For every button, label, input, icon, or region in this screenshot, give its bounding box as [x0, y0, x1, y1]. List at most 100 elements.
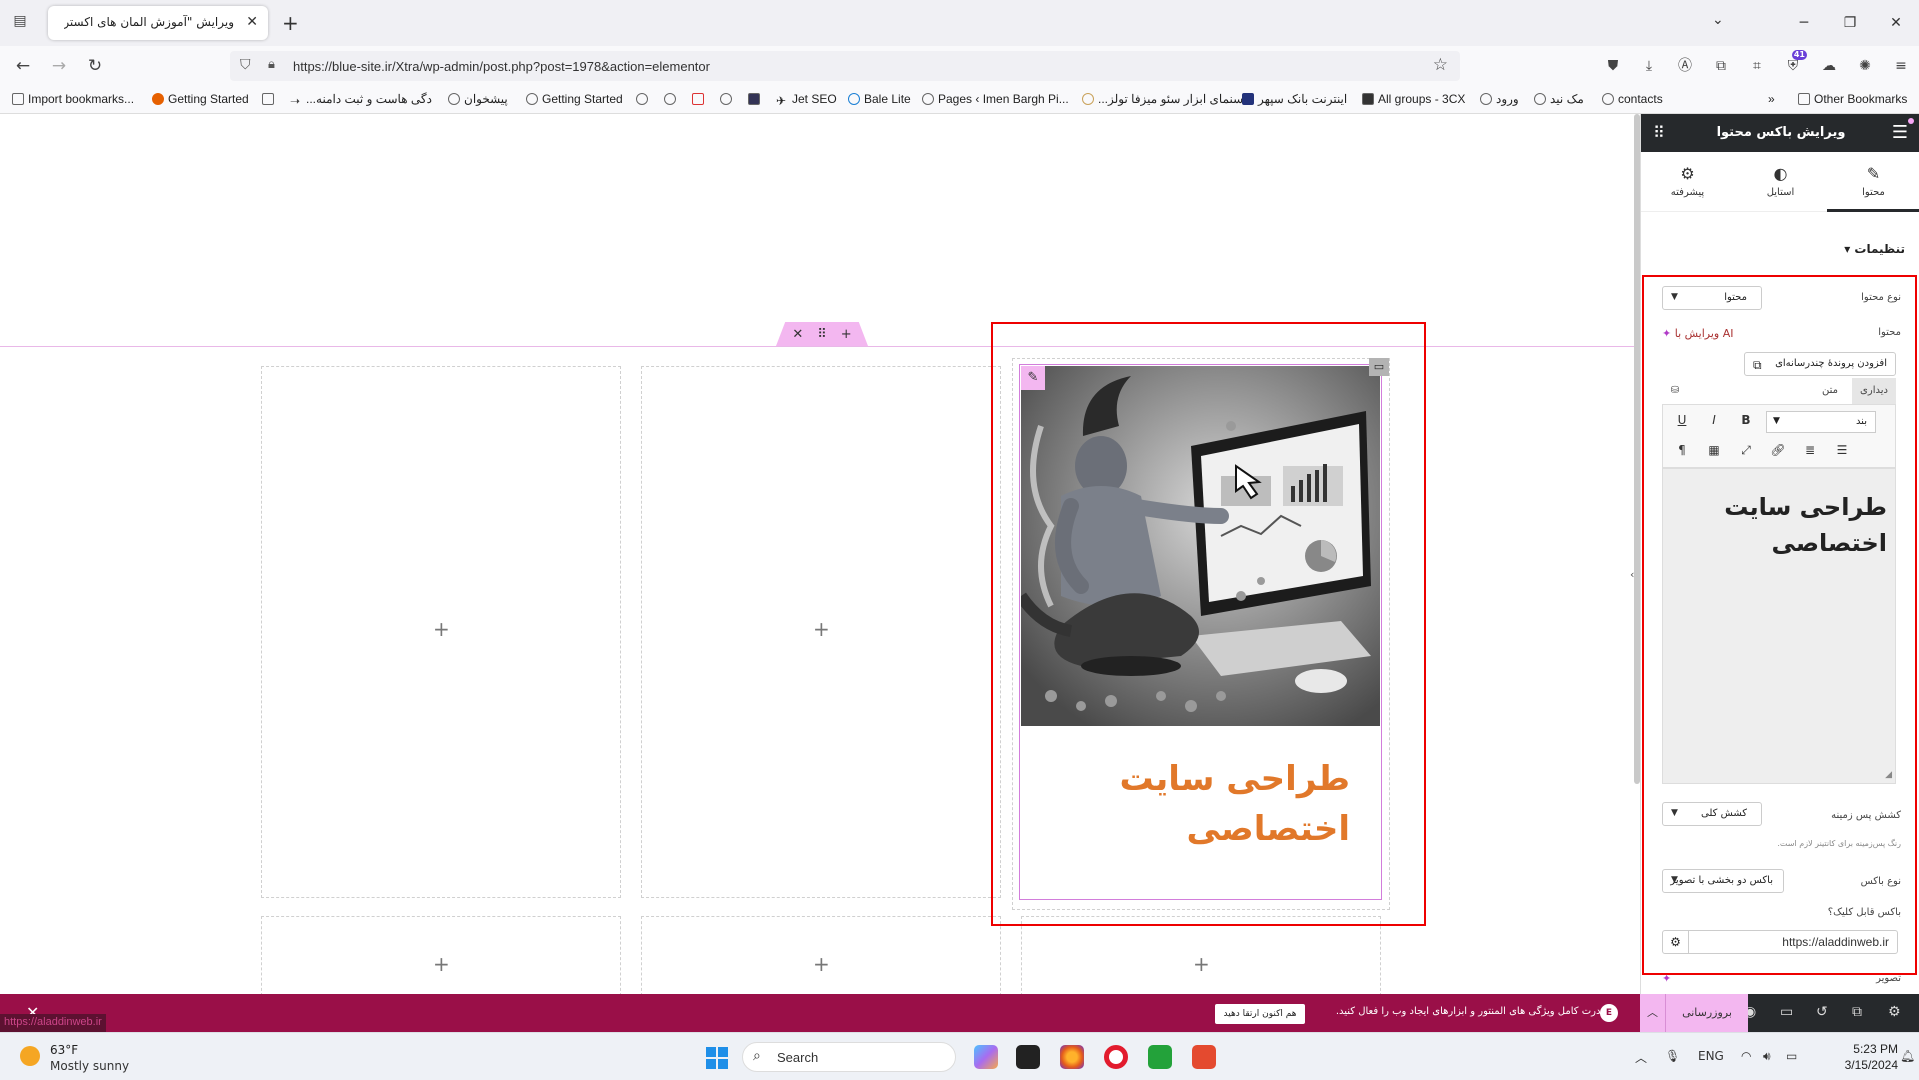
bookmark-pages[interactable]: Pages ‹ Imen Bargh Pi...: [922, 92, 1069, 106]
weather-sun-icon[interactable]: [20, 1046, 40, 1066]
show-hidden-icons-chevron-icon[interactable]: ︿: [1635, 1049, 1647, 1066]
add-widget-icon[interactable]: +: [433, 952, 450, 976]
underline-icon[interactable]: U: [1671, 409, 1693, 431]
cloud-icon[interactable]: ☁: [1811, 46, 1847, 86]
bookmark-calendar[interactable]: [262, 92, 278, 106]
add-widget-icon[interactable]: +: [433, 617, 450, 641]
crop-icon[interactable]: ⌗: [1739, 46, 1775, 86]
fullscreen-icon[interactable]: ⤢: [1735, 439, 1757, 461]
bookmark-import[interactable]: Import bookmarks...: [12, 92, 134, 106]
restore-icon[interactable]: ❐: [1827, 0, 1873, 46]
bookmark-sepehr-bank[interactable]: اینترنت بانک سپهر: [1242, 92, 1347, 106]
wifi-icon[interactable]: ◠: [1741, 1049, 1751, 1063]
bookmark-globe-1[interactable]: [636, 92, 652, 106]
copilot-icon[interactable]: [974, 1045, 998, 1069]
close-tab-icon[interactable]: ✕: [246, 14, 258, 30]
link-url-input[interactable]: ⚙ https://aladdinweb.ir: [1662, 930, 1898, 954]
bookmark-mac-need[interactable]: مک نید: [1534, 92, 1584, 106]
container-handle-icon[interactable]: ▭: [1369, 358, 1389, 376]
italic-icon[interactable]: I: [1703, 409, 1725, 431]
new-tab-button[interactable]: +: [282, 11, 299, 35]
wysiwyg-editor[interactable]: طراحی سایت اختصاصی ◢: [1662, 468, 1896, 784]
bookmark-star-icon[interactable]: ☆: [1433, 55, 1448, 75]
pocket-icon[interactable]: ⛊: [1595, 46, 1631, 86]
language-indicator[interactable]: ENG: [1698, 1049, 1724, 1063]
add-section-icon[interactable]: +: [841, 327, 852, 342]
tab-text[interactable]: متن: [1808, 378, 1852, 404]
tabs-dropdown-icon[interactable]: ⌄: [1712, 12, 1724, 28]
task-view-icon[interactable]: [1016, 1045, 1040, 1069]
responsive-mode-icon[interactable]: ▭: [1780, 1004, 1793, 1020]
bookmark-getting-started-2[interactable]: Getting Started: [526, 92, 623, 106]
weather-description[interactable]: Mostly sunny: [50, 1059, 129, 1073]
settings-icon[interactable]: ⚙: [1888, 1004, 1901, 1020]
navigator-icon[interactable]: ⧉: [1852, 1004, 1862, 1020]
bookmark-getting-started[interactable]: Getting Started: [152, 92, 249, 106]
notification-bell-icon[interactable]: 🔔︎: [1900, 1049, 1915, 1063]
taskbar-search[interactable]: ⌕ Search: [742, 1042, 956, 1072]
bookmark-3cx[interactable]: All groups - 3CX: [1362, 92, 1465, 106]
url-text[interactable]: https://blue-site.ir/Xtra/wp-admin/post.…: [293, 59, 710, 74]
volume-icon[interactable]: 🔊︎: [1763, 1049, 1771, 1064]
bookmark-bale-lite[interactable]: Bale Lite: [848, 92, 911, 106]
add-widget-icon[interactable]: +: [813, 952, 830, 976]
bookmark-seo-tools[interactable]: ...سنمای ابزار سئو میزفا تولز: [1082, 92, 1243, 106]
tab-style[interactable]: ◐ استایل: [1734, 152, 1827, 212]
database-icon[interactable]: ⛁: [1662, 378, 1688, 404]
downloads-icon[interactable]: ⤓: [1631, 46, 1667, 86]
opera-icon[interactable]: [1104, 1045, 1128, 1069]
address-bar[interactable]: ⛉ 🔒︎ https://blue-site.ir/Xtra/wp-admin/…: [230, 51, 1460, 81]
bullet-list-icon[interactable]: ☰: [1831, 439, 1853, 461]
toolbar-toggle-icon[interactable]: ▦: [1703, 439, 1725, 461]
settings-section-toggle[interactable]: تنظیمات ▾: [1844, 242, 1905, 256]
bookmark-jet-seo[interactable]: ✈ Jet SEO: [776, 92, 837, 108]
forward-icon[interactable]: →: [48, 55, 70, 77]
collapse-panel-icon[interactable]: ‹: [1630, 568, 1634, 581]
lock-icon[interactable]: 🔒︎: [268, 57, 275, 72]
more-bookmarks-icon[interactable]: »: [1768, 92, 1775, 106]
bookmark-login[interactable]: ورود: [1480, 92, 1519, 106]
app-menu-icon[interactable]: ≡: [1883, 46, 1919, 86]
edit-widget-icon[interactable]: ✎: [1021, 366, 1045, 390]
windows-start-icon[interactable]: [706, 1047, 728, 1069]
extensions-icon[interactable]: ⧉: [1703, 46, 1739, 86]
upgrade-now-button[interactable]: هم اکنون ارتقا دهید: [1215, 1004, 1305, 1024]
paragraph-format-select[interactable]: بند ▼: [1766, 411, 1876, 433]
ai-edit-link[interactable]: ✦ ویرایش با AI: [1662, 327, 1733, 340]
update-options-chevron-icon[interactable]: ︿: [1640, 994, 1666, 1032]
firefox-icon[interactable]: [1060, 1045, 1084, 1069]
link-options-gear-icon[interactable]: ⚙: [1663, 931, 1689, 953]
sparkle-icon[interactable]: ✦: [1662, 972, 1671, 985]
add-widget-icon[interactable]: +: [813, 617, 830, 641]
battery-icon[interactable]: ▭: [1786, 1049, 1797, 1063]
rtl-paragraph-icon[interactable]: ¶: [1671, 439, 1693, 461]
delete-section-icon[interactable]: ✕: [792, 327, 803, 342]
microphone-icon[interactable]: 🎙︎: [1665, 1049, 1680, 1063]
link-icon[interactable]: 🔗︎: [1767, 439, 1789, 461]
camtasia-red-icon[interactable]: [1192, 1045, 1216, 1069]
back-icon[interactable]: ←: [12, 55, 34, 77]
tracking-shield-icon[interactable]: ⛉: [240, 57, 251, 73]
camtasia-green-icon[interactable]: [1148, 1045, 1172, 1069]
bookmark-globe-3[interactable]: [720, 92, 736, 106]
bookmark-dashboard[interactable]: پیشخوان: [448, 92, 508, 106]
drag-section-icon[interactable]: ⠿: [817, 327, 827, 342]
extension-badge-icon[interactable]: ⛨ 41: [1775, 46, 1811, 86]
add-media-button[interactable]: ⧉ افزودن پروندهٔ چندرسانه‌ای: [1744, 352, 1896, 376]
update-button[interactable]: بروزرسانی: [1666, 994, 1748, 1032]
system-clock[interactable]: 5:23 PM 3/15/2024: [1818, 1041, 1898, 1073]
editor-content[interactable]: طراحی سایت اختصاصی: [1687, 489, 1887, 561]
bookmark-globe-2[interactable]: [664, 92, 680, 106]
bookmark-gmail[interactable]: [692, 92, 708, 106]
weather-temperature[interactable]: 63°F: [50, 1043, 78, 1057]
add-widget-icon[interactable]: +: [1193, 952, 1210, 976]
history-icon[interactable]: ↺: [1816, 1004, 1828, 1020]
resize-handle-icon[interactable]: ◢: [1885, 770, 1892, 780]
reload-icon[interactable]: ↻: [84, 55, 106, 77]
browser-tab-active[interactable]: ویرایش "آموزش المان های اکسترا - ... ✕: [48, 6, 268, 40]
widgets-grid-icon[interactable]: ⠿: [1653, 123, 1665, 142]
close-window-icon[interactable]: ✕: [1873, 0, 1919, 46]
link-url-value[interactable]: https://aladdinweb.ir: [1782, 935, 1889, 949]
tab-visual[interactable]: دیداری: [1852, 378, 1896, 404]
tab-content[interactable]: ✎ محتوا: [1827, 152, 1919, 212]
